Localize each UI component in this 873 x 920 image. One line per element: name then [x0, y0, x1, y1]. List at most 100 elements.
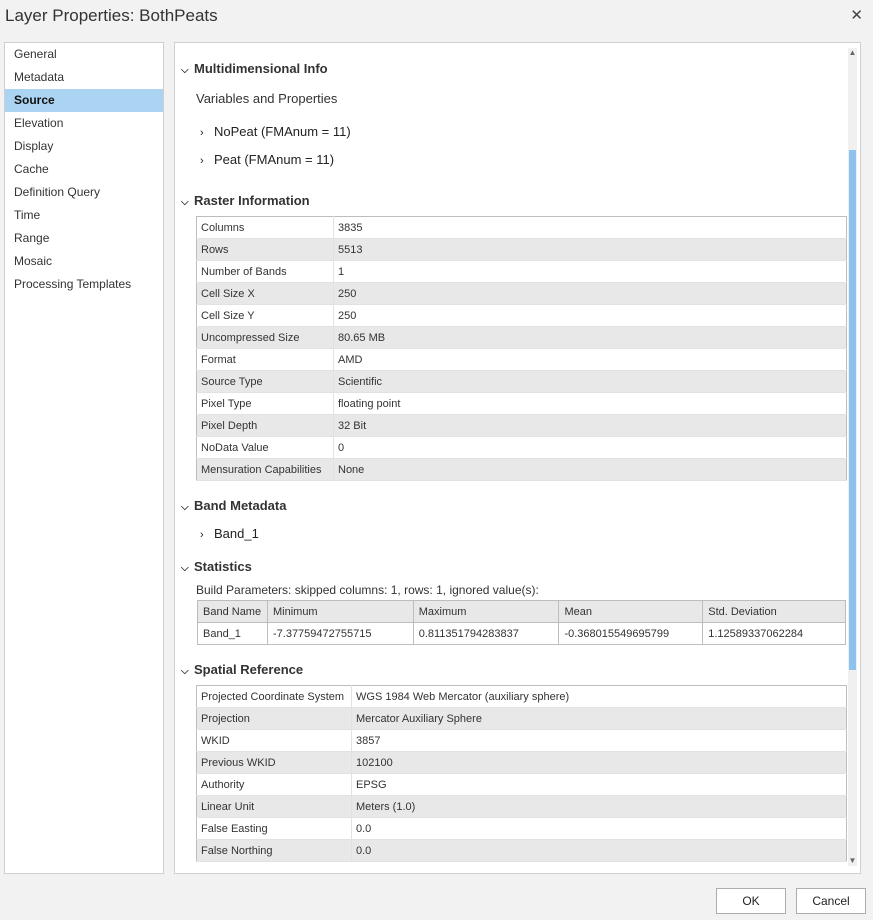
sidebar-item-range[interactable]: Range [5, 227, 163, 250]
column-header[interactable]: Band Name [197, 600, 268, 623]
section-raster-information[interactable]: ⌵ Raster Information [181, 193, 310, 208]
chevron-down-icon: ⌵ [181, 666, 189, 677]
table-cell: 1.12589337062284 [702, 622, 846, 645]
property-name: Number of Bands [196, 260, 334, 283]
table-row: Cell Size X 250 [196, 282, 847, 305]
property-name: NoData Value [196, 436, 334, 459]
cancel-button[interactable]: Cancel [796, 888, 866, 914]
table-row: WKID 3857 [196, 729, 847, 752]
property-name: Projection [196, 707, 352, 730]
table-cell: 0.811351794283837 [412, 622, 560, 645]
chevron-down-icon: ⌵ [181, 502, 189, 513]
close-icon[interactable]: ✕ [850, 6, 863, 24]
chevron-right-icon: › [200, 529, 204, 541]
build-parameters: Build Parameters: skipped columns: 1, ro… [196, 583, 539, 597]
section-title: Band Metadata [194, 498, 287, 513]
table-row: Columns 3835 [196, 216, 847, 239]
section-statistics[interactable]: ⌵ Statistics [181, 559, 252, 574]
ok-button[interactable]: OK [716, 888, 786, 914]
column-header[interactable]: Std. Deviation [702, 600, 846, 623]
sidebar-item-general[interactable]: General [5, 43, 163, 66]
section-band-metadata[interactable]: ⌵ Band Metadata [181, 498, 286, 513]
sidebar-item-metadata[interactable]: Metadata [5, 66, 163, 89]
chevron-down-icon: ⌵ [181, 197, 189, 208]
band-label: Band_1 [214, 526, 259, 541]
table-row: False Easting 0.0 [196, 817, 847, 840]
property-value: 0.0 [351, 839, 847, 862]
spatial-reference-table: Projected Coordinate System WGS 1984 Web … [196, 685, 847, 862]
scroll-up-icon[interactable]: ▲ [847, 48, 858, 58]
variable-label: Peat (FMAnum = 11) [214, 152, 335, 167]
property-value: EPSG [351, 773, 847, 796]
chevron-down-icon: ⌵ [181, 563, 189, 574]
property-value: 5513 [333, 238, 847, 261]
table-row: Source Type Scientific [196, 370, 847, 393]
window-title: Layer Properties: BothPeats [5, 6, 218, 25]
property-name: Previous WKID [196, 751, 352, 774]
property-name: Uncompressed Size [196, 326, 334, 349]
section-title: Spatial Reference [194, 662, 304, 677]
section-title: Statistics [194, 559, 252, 574]
table-row: False Northing 0.0 [196, 839, 847, 862]
variable-item[interactable]: › Peat (FMAnum = 11) [200, 152, 334, 167]
property-name: Linear Unit [196, 795, 352, 818]
title-bar: Layer Properties: BothPeats ✕ [0, 0, 873, 36]
property-value: AMD [333, 348, 847, 371]
sidebar-item-processing-templates[interactable]: Processing Templates [5, 273, 163, 296]
column-header[interactable]: Maximum [412, 600, 560, 623]
property-name: Columns [196, 216, 334, 239]
property-value: Meters (1.0) [351, 795, 847, 818]
sidebar-item-source[interactable]: Source [5, 89, 163, 112]
table-row: Projected Coordinate System WGS 1984 Web … [196, 685, 847, 708]
property-value: Scientific [333, 370, 847, 393]
property-name: Mensuration Capabilities [196, 458, 334, 481]
band-item[interactable]: › Band_1 [200, 526, 259, 541]
statistics-table: Band Name Minimum Maximum Mean Std. Deviatio… [197, 600, 846, 645]
table-cell: -7.37759472755715 [266, 622, 414, 645]
property-value: 80.65 MB [333, 326, 847, 349]
section-spatial-reference[interactable]: ⌵ Spatial Reference [181, 662, 303, 677]
property-name: Authority [196, 773, 352, 796]
chevron-down-icon: ⌵ [181, 65, 189, 76]
property-name: Cell Size Y [196, 304, 334, 327]
chevron-right-icon: › [200, 127, 204, 139]
property-name: Projected Coordinate System [196, 685, 352, 708]
table-row: NoData Value 0 [196, 436, 847, 459]
property-value: None [333, 458, 847, 481]
property-value: 3835 [333, 216, 847, 239]
property-value: floating point [333, 392, 847, 415]
sidebar-item-cache[interactable]: Cache [5, 158, 163, 181]
table-cell: Band_1 [197, 622, 268, 645]
property-name: False Northing [196, 839, 352, 862]
raster-info-table: Columns 3835 Rows 5513 Number of Bands 1 Cell … [196, 216, 847, 481]
section-multidimensional-info[interactable]: ⌵ Multidimensional Info [181, 61, 328, 76]
sidebar-item-mosaic[interactable]: Mosaic [5, 250, 163, 273]
table-row: Linear Unit Meters (1.0) [196, 795, 847, 818]
chevron-right-icon: › [200, 155, 204, 167]
sidebar-item-elevation[interactable]: Elevation [5, 112, 163, 135]
property-value: 102100 [351, 751, 847, 774]
scroll-down-icon[interactable]: ▼ [847, 856, 858, 866]
section-title: Raster Information [194, 193, 310, 208]
variables-subtitle: Variables and Properties [196, 91, 338, 106]
property-value: 32 Bit [333, 414, 847, 437]
property-name: Format [196, 348, 334, 371]
property-value: 0.0 [351, 817, 847, 840]
property-value: 1 [333, 260, 847, 283]
table-row: Number of Bands 1 [196, 260, 847, 283]
property-value: 0 [333, 436, 847, 459]
scrollbar-thumb[interactable] [849, 150, 856, 670]
sidebar-item-definition-query[interactable]: Definition Query [5, 181, 163, 204]
column-header[interactable]: Mean [558, 600, 704, 623]
table-row: Band_1 -7.37759472755715 0.811351794283837… [197, 622, 846, 645]
variable-item[interactable]: › NoPeat (FMAnum = 11) [200, 124, 351, 139]
column-header[interactable]: Minimum [266, 600, 414, 623]
sidebar-item-time[interactable]: Time [5, 204, 163, 227]
section-title: Multidimensional Info [194, 61, 328, 76]
property-name: Pixel Type [196, 392, 334, 415]
property-name: False Easting [196, 817, 352, 840]
table-row: Rows 5513 [196, 238, 847, 261]
table-cell: -0.368015549695799 [558, 622, 704, 645]
sidebar-item-display[interactable]: Display [5, 135, 163, 158]
property-value: 3857 [351, 729, 847, 752]
